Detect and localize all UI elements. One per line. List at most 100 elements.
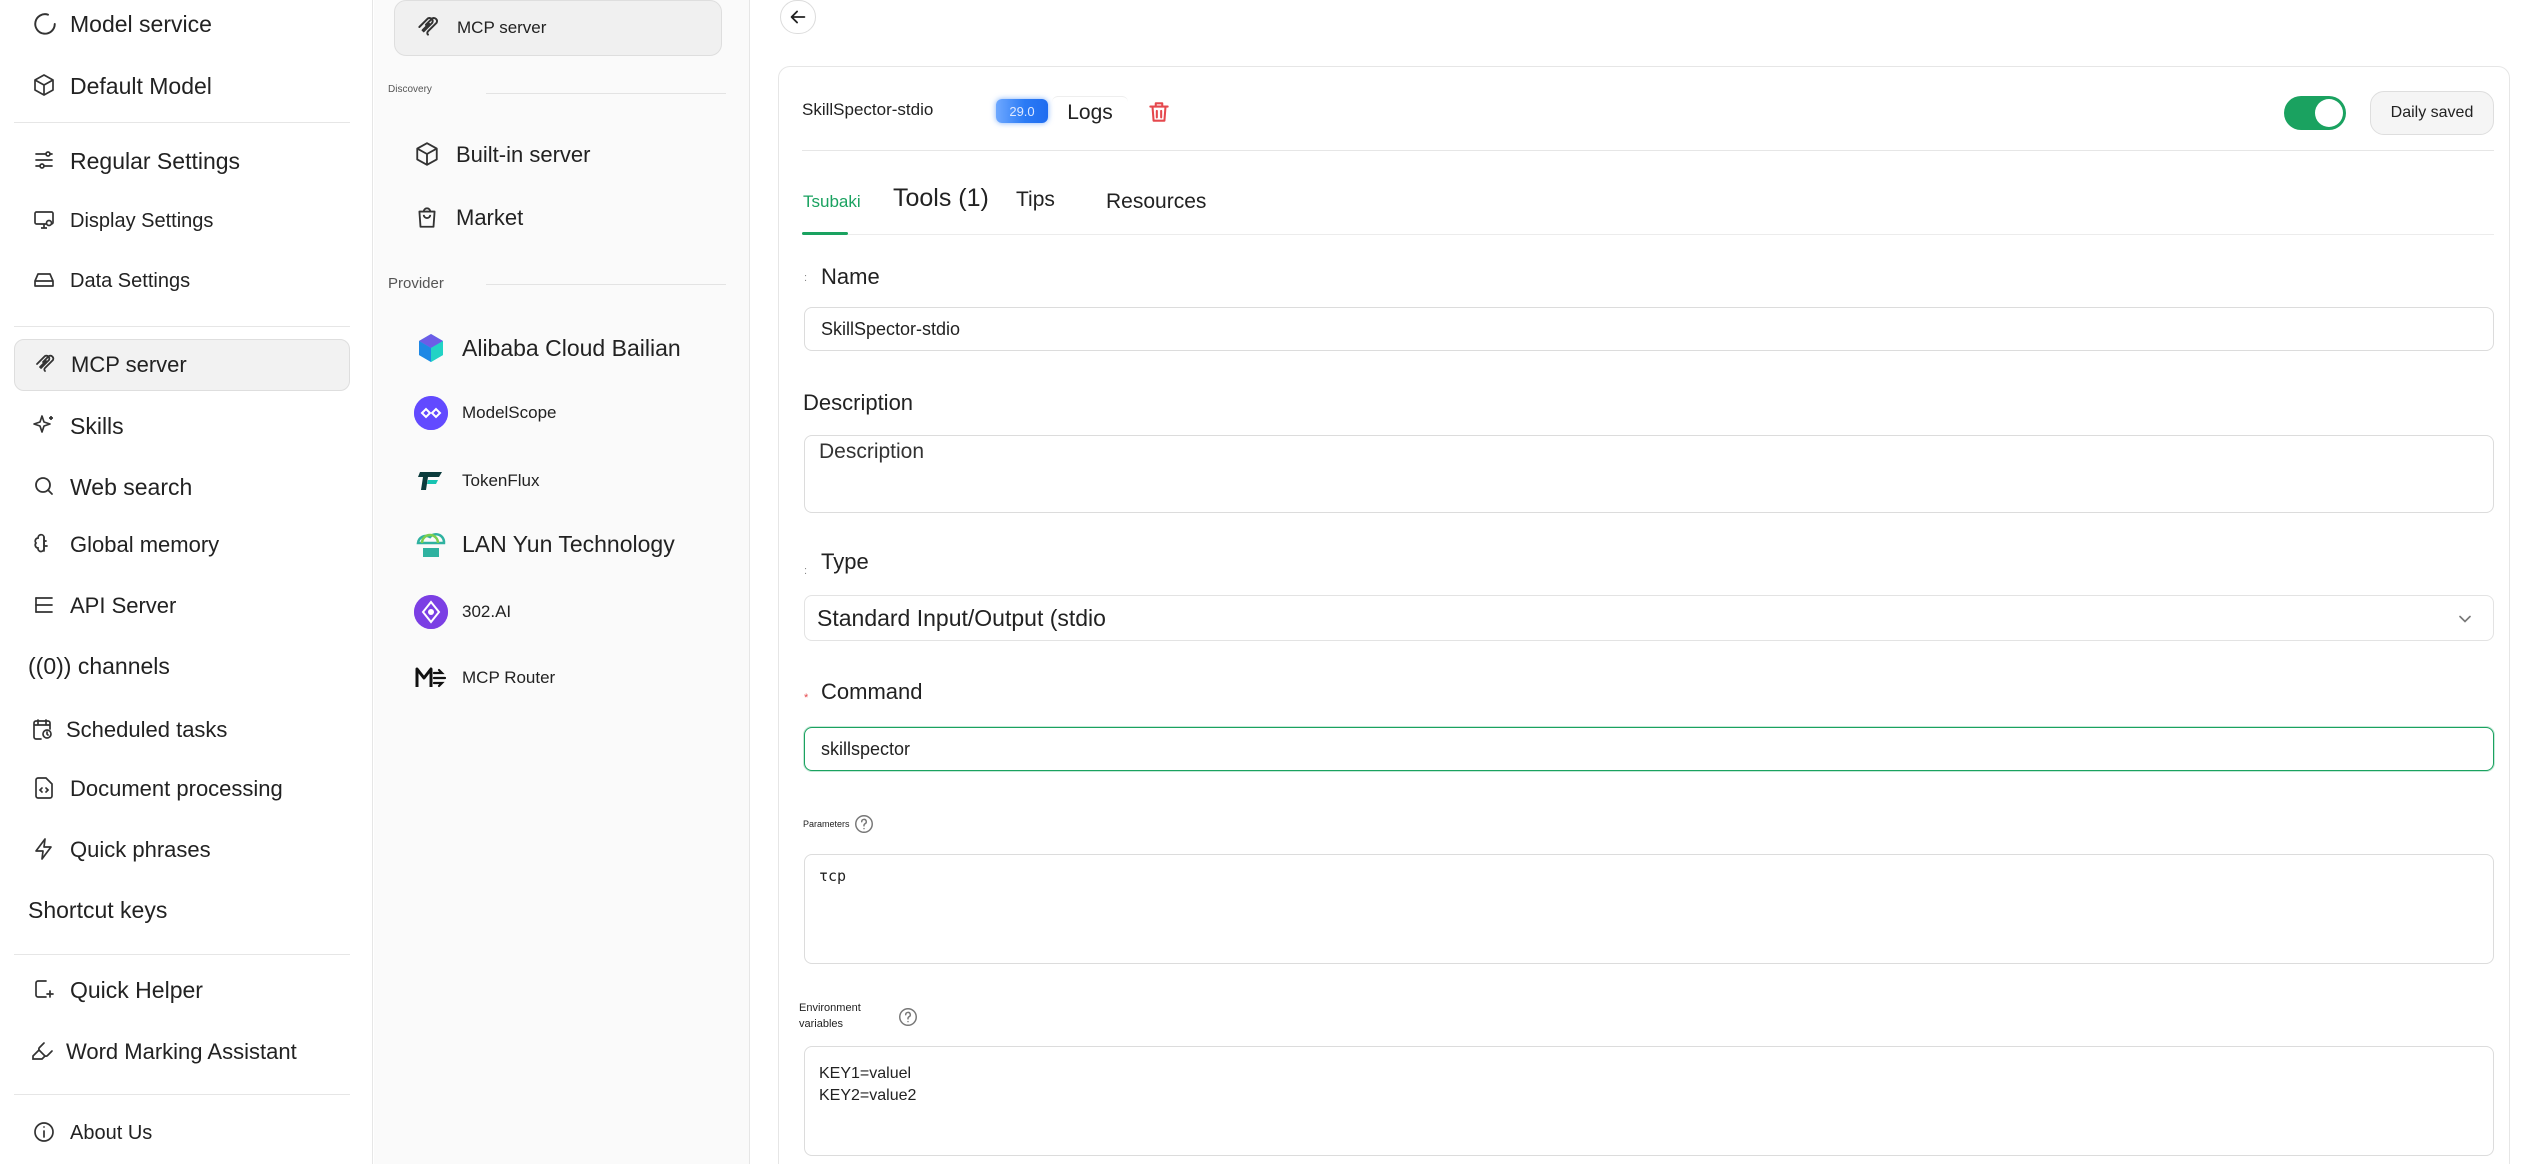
mcp-panel-item-label: Built-in server [456,142,591,167]
sidebar-item-label: About Us [70,1121,153,1144]
file-code-icon [32,776,58,802]
divider [486,284,726,285]
sidebar-item-default-model[interactable]: Default Model [14,60,350,112]
sidebar-item-label: Word Marking Assistant [66,1039,297,1064]
help-circle-icon[interactable] [853,813,875,835]
tab-tools[interactable]: Tools (1) [893,184,989,213]
provider-item-302-ai[interactable]: 302.AI [392,585,722,639]
tokenflux-logo-icon [414,464,448,498]
command-input[interactable]: skillspector [804,727,2494,771]
sparkles-icon [32,413,58,439]
provider-item-label: LAN Yun Technology [462,530,675,557]
sidebar-item-scheduled-tasks[interactable]: Scheduled tasks [14,704,350,756]
lanyun-logo-icon [414,527,448,561]
provider-item-label: TokenFlux [462,471,540,490]
sidebar-item-display-settings[interactable]: Display Settings [14,195,350,247]
mcp-panel-item-label: Market [456,205,524,230]
sidebar-item-label: Quick phrases [70,837,211,862]
chevron-down-icon [2455,609,2475,629]
sidebar-item-model-service[interactable]: Model service [14,0,350,50]
divider [802,150,2494,151]
sidebar-item-label: API Server [70,593,177,618]
mcp-panel-item-built-in-server[interactable]: Built-in server [392,128,722,182]
delete-button[interactable] [1146,99,1174,127]
provider-item-tokenflux[interactable]: TokenFlux [392,454,722,508]
required-marker: : [804,272,808,284]
sidebar-item-regular-settings[interactable]: Regular Settings [14,135,350,187]
sidebar-item-label: Web search [70,473,193,500]
tab-tsubaki[interactable]: Tsubaki [803,192,861,212]
server-icon [32,593,58,619]
provider-item-label: ModelScope [462,403,557,422]
shopping-bag-icon [414,204,442,232]
sidebar-item-label: Global memory [70,532,220,557]
sidebar-item-shortcut-keys[interactable]: Shortcut keys [14,884,350,936]
parameters-label: Parameters [803,819,850,829]
sidebar-item-data-settings[interactable]: Data Settings [14,255,350,307]
sidebar-item-mcp-server[interactable]: MCP server [14,339,350,391]
sidebar-item-label: Regular Settings [70,147,241,174]
sidebar-item-label: MCP server [71,352,187,377]
version-badge: 29.0 [996,99,1048,123]
server-enabled-toggle[interactable] [2284,96,2346,130]
divider [14,122,350,123]
sidebar-item-label: Document processing [70,776,283,801]
discovery-section-label: Discovery [388,84,432,95]
provider-item-label: Alibaba Cloud Bailian [462,334,681,361]
divider [848,234,2494,235]
sliders-icon [32,148,58,174]
sidebar-item-quick-helper[interactable]: Quick Helper [14,964,350,1016]
bailian-logo-icon [414,331,448,365]
search-icon [32,474,58,500]
provider-item-modelscope[interactable]: ModelScope [392,386,722,440]
provider-item-alibaba-cloud-bailian[interactable]: Alibaba Cloud Bailian [392,321,722,375]
env-variables-textarea[interactable]: KEY1=valuel KEY2=value2 [804,1046,2494,1156]
sidebar-item-label: ((0)) channels [28,652,170,679]
required-marker: : [804,565,808,577]
sidebar-item-about-us[interactable]: About Us [14,1107,350,1159]
active-tab-indicator [802,232,848,235]
divider [14,954,350,955]
saved-status-button[interactable]: Daily saved [2370,91,2494,135]
mcp-panel-item-label: MCP server [457,18,547,37]
help-circle-icon[interactable] [897,1006,919,1028]
sidebar-item-api-server[interactable]: API Server [14,580,350,632]
description-label: Description [803,390,914,415]
mcp-panel-item-market[interactable]: Market [392,191,722,245]
type-select[interactable]: Standard Input/Output (stdio [804,595,2494,641]
monitor-icon [32,208,58,234]
tab-tips[interactable]: Tips [1016,188,1055,212]
provider-item-lan-yun-technology[interactable]: LAN Yun Technology [392,517,722,571]
back-button[interactable] [780,0,816,34]
quick-helper-icon [32,977,58,1003]
sidebar-item-label: Display Settings [70,209,214,232]
sidebar-item-channels[interactable]: ((0)) channels [14,640,350,692]
sidebar-item-label: Skills [70,412,124,439]
toggle-knob [2315,99,2343,127]
sidebar-item-label: Model service [70,10,212,37]
tab-resources[interactable]: Resources [1106,190,1206,214]
name-label: Name [821,264,880,289]
sidebar-item-label: Data Settings [70,269,191,292]
hard-drive-icon [32,268,58,294]
sidebar-item-quick-phrases[interactable]: Quick phrases [14,824,350,876]
server-name-title: SkillSpector-stdio [802,100,934,119]
description-textarea[interactable]: Description [804,435,2494,513]
modelscope-logo-icon [414,396,448,430]
sidebar-item-global-memory[interactable]: Global memory [14,519,350,571]
provider-item-mcp-router[interactable]: MCP Router [392,651,722,705]
highlighter-icon [30,1039,56,1065]
name-input[interactable]: SkillSpector-stdio [804,307,2494,351]
trash-icon [1146,99,1174,125]
mcp-panel-item-mcp-server[interactable]: MCP server [394,0,722,56]
sidebar-item-label: Quick Helper [70,976,203,1003]
sidebar-item-web-search[interactable]: Web search [14,461,350,513]
type-select-value: Standard Input/Output (stdio [817,604,1106,631]
sidebar-item-word-marking-assistant[interactable]: Word Marking Assistant [14,1026,350,1078]
sidebar-item-document-processing[interactable]: Document processing [14,763,350,815]
sidebar-item-skills[interactable]: Skills [14,400,350,452]
logs-button[interactable]: Logs [1052,96,1128,128]
provider-item-label: MCP Router [462,668,556,687]
parameters-textarea[interactable]: τcp [804,854,2494,964]
info-icon [32,1120,58,1146]
